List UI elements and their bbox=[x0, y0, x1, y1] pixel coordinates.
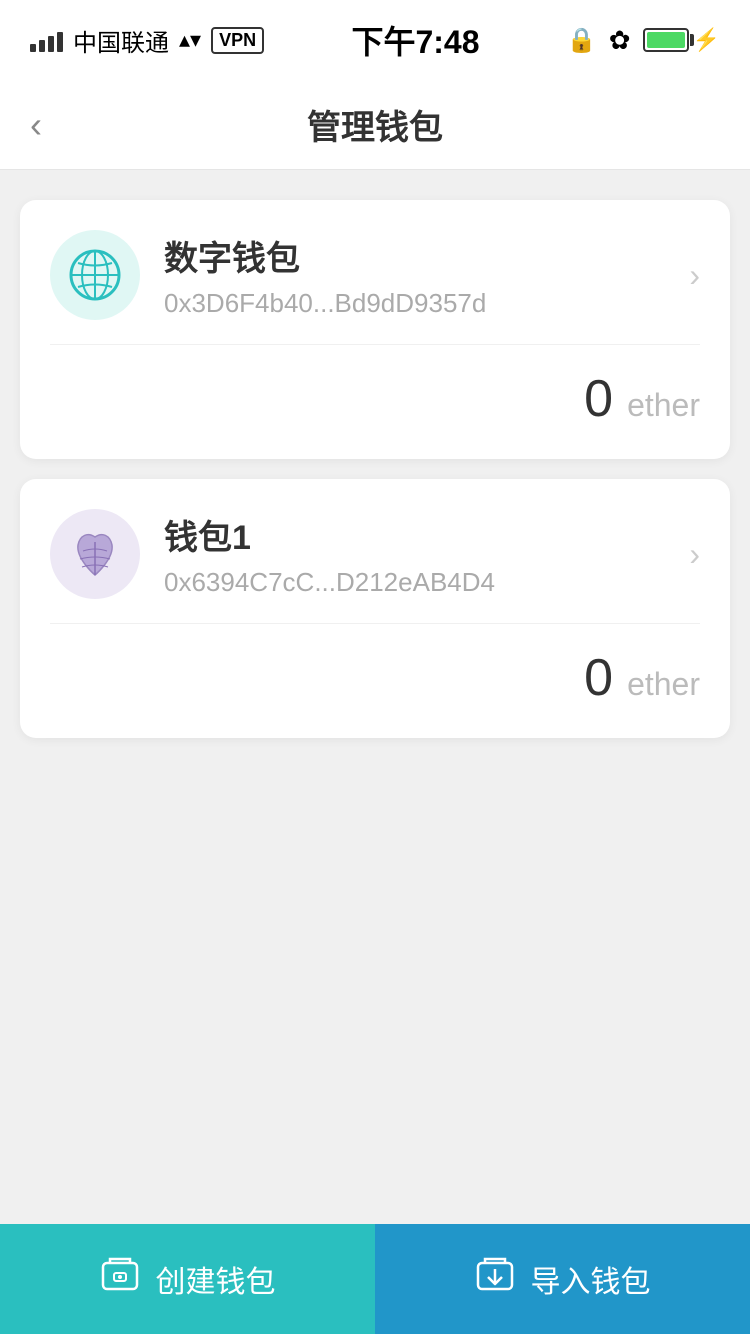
wallet-address-2: 0x6394C7cC...D212eAB4D4 bbox=[164, 567, 689, 598]
create-wallet-label: 创建钱包 bbox=[156, 1257, 276, 1301]
bottom-bar: 创建钱包 导入钱包 bbox=[0, 1224, 750, 1334]
wallet-info-2: 钱包1 0x6394C7cC...D212eAB4D4 bbox=[164, 510, 689, 598]
chevron-right-icon-1: › bbox=[689, 257, 700, 294]
status-right: 🔒 ✿ ⚡ bbox=[567, 25, 720, 56]
balance-unit-1: ether bbox=[627, 387, 700, 424]
wallet-address-1: 0x3D6F4b40...Bd9dD9357d bbox=[164, 288, 689, 319]
status-left: 中国联通 ▴▾ VPN bbox=[30, 23, 264, 58]
charging-icon: ⚡ bbox=[693, 27, 720, 53]
chevron-right-icon-2: › bbox=[689, 536, 700, 573]
wallet-card-2[interactable]: 钱包1 0x6394C7cC...D212eAB4D4 › 0 ether bbox=[20, 479, 730, 738]
import-wallet-button[interactable]: 导入钱包 bbox=[375, 1224, 750, 1334]
status-bar: 中国联通 ▴▾ VPN 下午7:48 🔒 ✿ ⚡ bbox=[0, 0, 750, 80]
back-button[interactable]: ‹ bbox=[30, 104, 42, 146]
wifi-icon: ▴▾ bbox=[179, 27, 201, 53]
create-wallet-icon bbox=[100, 1255, 140, 1304]
wallet-info-1: 数字钱包 0x3D6F4b40...Bd9dD9357d bbox=[164, 231, 689, 319]
wallet-balance-1: 0 ether bbox=[20, 345, 730, 459]
feather-icon bbox=[68, 527, 122, 581]
battery: ⚡ bbox=[643, 27, 720, 53]
wallet-header-1: 数字钱包 0x3D6F4b40...Bd9dD9357d › bbox=[20, 200, 730, 344]
balance-unit-2: ether bbox=[627, 666, 700, 703]
wallet-name-2: 钱包1 bbox=[164, 510, 689, 559]
carrier-label: 中国联通 bbox=[73, 23, 169, 58]
wallet-balance-2: 0 ether bbox=[20, 624, 730, 738]
signal-icon bbox=[30, 28, 63, 52]
wallet-list: 数字钱包 0x3D6F4b40...Bd9dD9357d › 0 ether bbox=[0, 170, 750, 1224]
wallet-header-2: 钱包1 0x6394C7cC...D212eAB4D4 › bbox=[20, 479, 730, 623]
wallet-card-1[interactable]: 数字钱包 0x3D6F4b40...Bd9dD9357d › 0 ether bbox=[20, 200, 730, 459]
wallet-name-1: 数字钱包 bbox=[164, 231, 689, 280]
import-wallet-label: 导入钱包 bbox=[531, 1257, 651, 1301]
status-time: 下午7:48 bbox=[351, 17, 479, 63]
page-title: 管理钱包 bbox=[307, 100, 443, 149]
create-wallet-button[interactable]: 创建钱包 bbox=[0, 1224, 375, 1334]
globe-icon bbox=[68, 248, 122, 302]
nav-bar: ‹ 管理钱包 bbox=[0, 80, 750, 170]
wallet-avatar-2 bbox=[50, 509, 140, 599]
bluetooth-icon: ✿ bbox=[609, 25, 631, 56]
import-wallet-icon bbox=[475, 1255, 515, 1304]
balance-amount-1: 0 bbox=[584, 369, 613, 429]
wallet-avatar-1 bbox=[50, 230, 140, 320]
balance-amount-2: 0 bbox=[584, 648, 613, 708]
vpn-badge: VPN bbox=[211, 27, 264, 54]
lock-icon: 🔒 bbox=[567, 26, 597, 55]
